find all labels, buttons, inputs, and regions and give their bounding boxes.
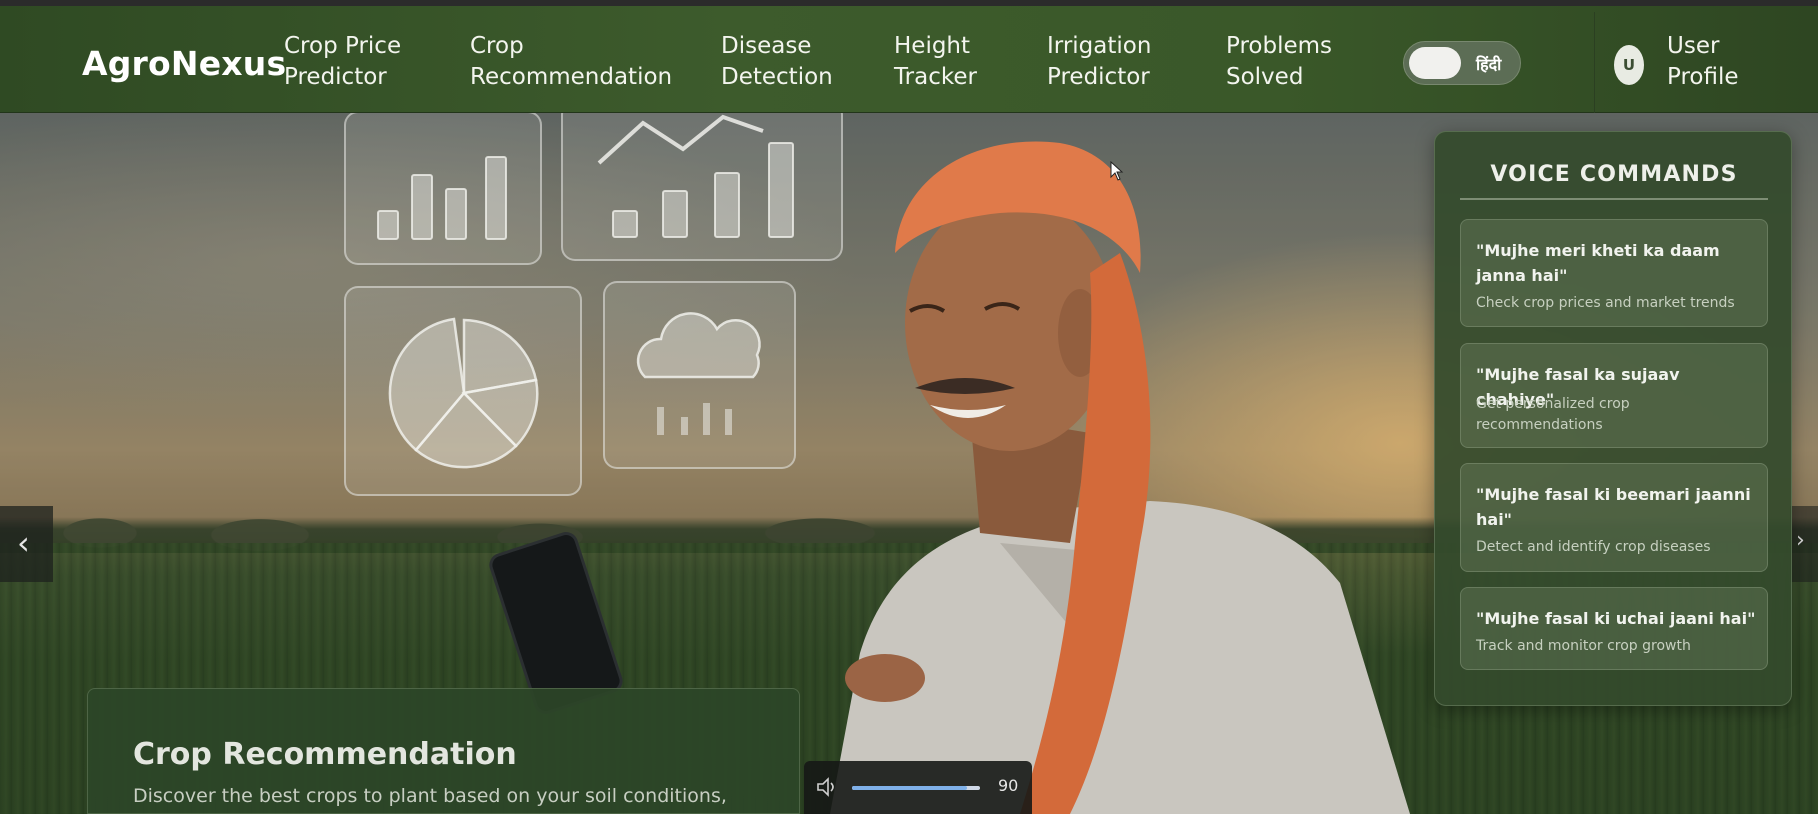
farmer-illustration <box>830 141 1410 814</box>
carousel-next-button[interactable]: › <box>1790 506 1818 582</box>
voice-command-description: Check crop prices and market trends <box>1476 295 1735 311</box>
volume-level: 90 <box>998 776 1019 795</box>
profile-label-line1: User <box>1667 33 1720 59</box>
voice-command-item[interactable]: "Mujhe meri kheti ka daam janna hai" Che… <box>1460 219 1768 327</box>
nav-height-tracker[interactable]: Height Tracker <box>894 31 977 93</box>
volume-control[interactable]: 90 <box>804 761 1032 814</box>
voice-command-description: Track and monitor crop growth <box>1476 638 1691 654</box>
voice-command-description: Detect and identify crop diseases <box>1476 539 1711 555</box>
pie-chart-panel <box>344 286 582 496</box>
user-profile-link[interactable]: User Profile <box>1667 31 1739 93</box>
nav-label-line1: Crop <box>470 33 524 59</box>
toggle-knob <box>1409 47 1461 79</box>
voice-command-item[interactable]: "Mujhe fasal ki beemari jaanni hai" Dete… <box>1460 463 1768 572</box>
nav-divider <box>1594 12 1595 113</box>
nav-crop-price-predictor[interactable]: Crop Price Predictor <box>284 31 401 93</box>
nav-disease-detection[interactable]: Disease Detection <box>721 31 833 93</box>
mouse-cursor-icon <box>1110 161 1124 181</box>
voice-command-item[interactable]: "Mujhe fasal ki uchai jaani hai" Track a… <box>1460 587 1768 670</box>
slide-description: Discover the best crops to plant based o… <box>133 785 727 807</box>
nav-label-line2: Detection <box>721 64 833 90</box>
title-divider <box>1460 198 1768 200</box>
voice-command-phrase: "Mujhe fasal ki beemari jaanni hai" <box>1476 485 1751 529</box>
nav-label-line1: Problems <box>1226 33 1333 59</box>
slide-info-card: Crop Recommendation Discover the best cr… <box>87 688 800 814</box>
voice-command-phrase: "Mujhe fasal ki uchai jaani hai" <box>1476 609 1756 628</box>
language-label: हिंदी <box>1476 55 1502 74</box>
nav-label-line1: Disease <box>721 33 812 59</box>
voice-command-phrase: "Mujhe meri kheti ka daam janna hai" <box>1476 241 1720 285</box>
bar-chart-icon <box>377 156 507 240</box>
weather-panel <box>603 281 796 469</box>
nav-label-line2: Predictor <box>284 64 387 90</box>
slide-title: Crop Recommendation <box>133 737 517 772</box>
carousel-prev-button[interactable]: ‹ <box>0 506 53 582</box>
speaker-icon <box>817 777 834 797</box>
nav-irrigation-predictor[interactable]: Irrigation Predictor <box>1047 31 1151 93</box>
trend-chart-panel <box>561 113 843 261</box>
voice-commands-title: VOICE COMMANDS <box>1490 162 1738 187</box>
voice-command-item[interactable]: "Mujhe fasal ka sujaav chahiye" Get pers… <box>1460 343 1768 448</box>
trend-chart-icon <box>597 114 794 238</box>
volume-slider-fill <box>852 786 968 790</box>
navbar: AgroNexus Crop Price Predictor Crop Reco… <box>0 6 1818 113</box>
nav-label-line1: Irrigation <box>1047 33 1152 59</box>
nav-label-line2: Recommendation <box>470 64 673 90</box>
nav-crop-recommendation[interactable]: Crop Recommendation <box>470 31 672 93</box>
language-toggle[interactable]: हिंदी <box>1403 41 1521 85</box>
pie-chart-icon <box>388 317 539 469</box>
chevron-right-icon: › <box>1796 528 1805 553</box>
nav-problems-solved[interactable]: Problems Solved <box>1226 31 1332 93</box>
volume-slider[interactable] <box>852 786 980 790</box>
brand-logo[interactable]: AgroNexus <box>82 44 286 83</box>
nav-label-line2: Predictor <box>1047 64 1150 90</box>
avatar[interactable]: U <box>1614 45 1644 85</box>
voice-command-description: Get personalized crop recommendations <box>1476 396 1630 433</box>
nav-label-line1: Crop Price <box>284 33 402 59</box>
rain-cloud-icon <box>636 312 761 435</box>
voice-commands-panel: VOICE COMMANDS "Mujhe meri kheti ka daam… <box>1434 131 1792 706</box>
nav-label-line2: Tracker <box>894 64 977 90</box>
nav-label-line1: Height <box>894 33 971 59</box>
profile-label-line2: Profile <box>1667 64 1739 90</box>
chevron-left-icon: ‹ <box>17 524 30 562</box>
bar-chart-panel <box>344 113 542 265</box>
nav-label-line2: Solved <box>1226 64 1304 90</box>
